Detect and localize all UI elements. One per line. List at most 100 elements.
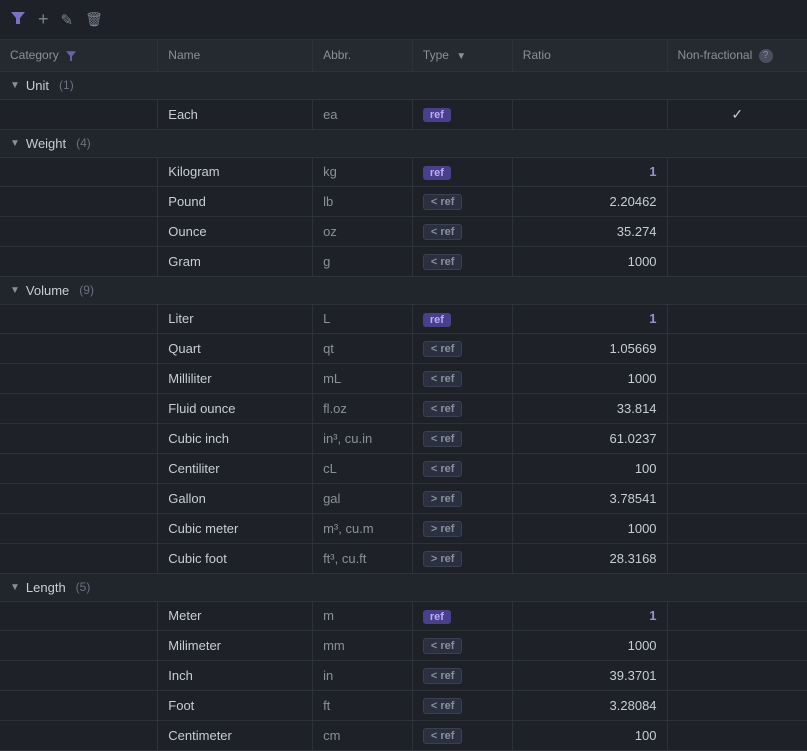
cell-nonfrac xyxy=(667,157,807,186)
table-row[interactable]: Fluid ounce fl.oz < ref 33.814 xyxy=(0,393,807,423)
type-badge-lt-ref: < ref xyxy=(423,194,463,210)
cell-type: < ref xyxy=(412,660,512,690)
cell-abbr: m xyxy=(313,601,413,630)
cell-category xyxy=(0,423,158,453)
cell-category xyxy=(0,690,158,720)
cell-nonfrac xyxy=(667,423,807,453)
table-row[interactable]: Pound lb < ref 2.20462 xyxy=(0,186,807,216)
cell-abbr: m³, cu.m xyxy=(313,513,413,543)
cell-nonfrac xyxy=(667,216,807,246)
cell-abbr: ea xyxy=(313,99,413,129)
ratio-value: 1000 xyxy=(628,638,657,653)
cell-name: Gram xyxy=(158,246,313,276)
group-name-volume: Volume xyxy=(26,283,69,298)
group-cell-volume[interactable]: ▼ Volume (9) xyxy=(0,276,807,304)
group-row-weight[interactable]: ▼ Weight (4) xyxy=(0,129,807,157)
ratio-value: 3.28084 xyxy=(610,698,657,713)
cell-type: < ref xyxy=(412,720,512,750)
table-row[interactable]: Quart qt < ref 1.05669 xyxy=(0,333,807,363)
table-row[interactable]: Foot ft < ref 3.28084 xyxy=(0,690,807,720)
group-chevron-unit[interactable]: ▼ xyxy=(10,80,20,91)
cell-type: < ref xyxy=(412,186,512,216)
col-header-category[interactable]: Category xyxy=(0,40,158,71)
cell-nonfrac xyxy=(667,630,807,660)
cell-abbr: cm xyxy=(313,720,413,750)
table-row[interactable]: Centimeter cm < ref 100 xyxy=(0,720,807,750)
col-header-type[interactable]: Type ▼ xyxy=(412,40,512,71)
nonfrac-check: ✓ xyxy=(731,106,743,122)
cell-nonfrac xyxy=(667,690,807,720)
ratio-value: 1 xyxy=(649,164,656,179)
cell-ratio: 100 xyxy=(512,453,667,483)
type-badge-ref: ref xyxy=(423,313,451,327)
delete-icon[interactable]: 🗑 xyxy=(85,11,103,28)
cell-nonfrac xyxy=(667,453,807,483)
filter-icon[interactable] xyxy=(10,10,26,30)
group-chevron-weight[interactable]: ▼ xyxy=(10,138,20,149)
type-sort-icon[interactable]: ▼ xyxy=(456,51,466,62)
group-chevron-volume[interactable]: ▼ xyxy=(10,285,20,296)
cell-ratio: 28.3168 xyxy=(512,543,667,573)
type-badge-lt-ref: < ref xyxy=(423,638,463,654)
group-row-unit[interactable]: ▼ Unit (1) xyxy=(0,71,807,99)
cell-nonfrac xyxy=(667,333,807,363)
table-row[interactable]: Gallon gal > ref 3.78541 xyxy=(0,483,807,513)
table-row[interactable]: Kilogram kg ref 1 xyxy=(0,157,807,186)
cell-name: Milimeter xyxy=(158,630,313,660)
table-row[interactable]: Meter m ref 1 xyxy=(0,601,807,630)
group-count-weight: (4) xyxy=(76,136,91,150)
cell-name: Centiliter xyxy=(158,453,313,483)
cell-ratio: 3.28084 xyxy=(512,690,667,720)
add-icon[interactable]: + xyxy=(38,9,49,30)
cell-category xyxy=(0,513,158,543)
cell-type: < ref xyxy=(412,630,512,660)
table-row[interactable]: Milliliter mL < ref 1000 xyxy=(0,363,807,393)
cell-category xyxy=(0,157,158,186)
cell-type: ref xyxy=(412,157,512,186)
cell-name: Inch xyxy=(158,660,313,690)
table-header-row: Category Name Abbr. Type ▼ Ratio Non-fr xyxy=(0,40,807,71)
ratio-value: 100 xyxy=(635,461,657,476)
cell-category xyxy=(0,660,158,690)
cell-ratio: 1000 xyxy=(512,513,667,543)
table-row[interactable]: Cubic foot ft³, cu.ft > ref 28.3168 xyxy=(0,543,807,573)
cell-ratio: 1000 xyxy=(512,630,667,660)
table-row[interactable]: Cubic inch in³, cu.in < ref 61.0237 xyxy=(0,423,807,453)
group-cell-length[interactable]: ▼ Length (5) xyxy=(0,573,807,601)
cell-abbr: ft xyxy=(313,690,413,720)
ratio-value: 28.3168 xyxy=(610,551,657,566)
group-chevron-length[interactable]: ▼ xyxy=(10,582,20,593)
cell-name: Kilogram xyxy=(158,157,313,186)
cell-nonfrac xyxy=(667,483,807,513)
group-row-volume[interactable]: ▼ Volume (9) xyxy=(0,276,807,304)
col-header-nonfrac: Non-fractional ? xyxy=(667,40,807,71)
table-row[interactable]: Centiliter cL < ref 100 xyxy=(0,453,807,483)
cell-abbr: L xyxy=(313,304,413,333)
cell-ratio: 1000 xyxy=(512,246,667,276)
cell-nonfrac: ✓ xyxy=(667,99,807,129)
table-row[interactable]: Liter L ref 1 xyxy=(0,304,807,333)
table-row[interactable]: Each ea ref ✓ xyxy=(0,99,807,129)
cell-category xyxy=(0,720,158,750)
type-badge-lt-ref: < ref xyxy=(423,698,463,714)
cell-ratio: 39.3701 xyxy=(512,660,667,690)
cell-name: Gallon xyxy=(158,483,313,513)
table-row[interactable]: Ounce oz < ref 35.274 xyxy=(0,216,807,246)
ratio-value: 61.0237 xyxy=(610,431,657,446)
table-row[interactable]: Inch in < ref 39.3701 xyxy=(0,660,807,690)
group-cell-unit[interactable]: ▼ Unit (1) xyxy=(0,71,807,99)
toolbar: + ✎ 🗑 xyxy=(0,0,807,40)
ratio-value: 1000 xyxy=(628,371,657,386)
type-badge-lt-ref: < ref xyxy=(423,431,463,447)
table-row[interactable]: Milimeter mm < ref 1000 xyxy=(0,630,807,660)
edit-icon[interactable]: ✎ xyxy=(61,11,74,29)
cell-category xyxy=(0,333,158,363)
category-filter-icon[interactable] xyxy=(66,51,76,61)
cell-type: > ref xyxy=(412,543,512,573)
group-row-length[interactable]: ▼ Length (5) xyxy=(0,573,807,601)
cell-nonfrac xyxy=(667,513,807,543)
nonfrac-help-icon[interactable]: ? xyxy=(759,49,773,63)
table-row[interactable]: Cubic meter m³, cu.m > ref 1000 xyxy=(0,513,807,543)
group-cell-weight[interactable]: ▼ Weight (4) xyxy=(0,129,807,157)
table-row[interactable]: Gram g < ref 1000 xyxy=(0,246,807,276)
